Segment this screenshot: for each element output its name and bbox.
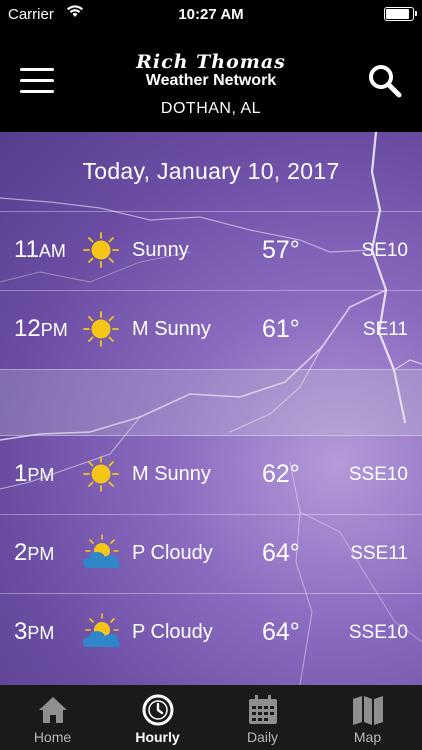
wind-value: SSE11: [350, 543, 408, 564]
tab-label: Home: [33, 729, 72, 745]
condition-label: Sunny: [132, 239, 189, 261]
temperature-value: 61°: [262, 315, 300, 343]
row-separator-band: [0, 369, 422, 436]
hourly-row[interactable]: 3PM P Cloudy 64° SSE10: [0, 593, 422, 672]
city-label: DOTHAN, AL: [160, 100, 262, 117]
tab-label: Hourly: [135, 729, 180, 745]
temperature-value: 64°: [262, 618, 300, 646]
app-header: Rich Thomas Weather Network DOTHAN, AL: [0, 28, 422, 132]
hour-label: 12PM: [14, 315, 68, 342]
tab-daily[interactable]: Daily: [210, 685, 315, 750]
tab-home[interactable]: Home: [0, 685, 105, 750]
partly-cloudy-icon: [83, 613, 120, 647]
partly-cloudy-icon: [83, 534, 120, 568]
tab-label: Map: [353, 729, 382, 745]
wind-value: SE11: [362, 319, 408, 340]
hourly-row[interactable]: 12PM M Sunny 61° SE11: [0, 290, 422, 369]
tab-hourly[interactable]: Hourly: [105, 685, 210, 750]
hourly-row[interactable]: 11AM Sunny 57° SE10: [0, 211, 422, 290]
search-icon[interactable]: [368, 64, 402, 98]
status-bar: Carrier 10:27 AM: [0, 0, 422, 28]
temperature-value: 64°: [262, 539, 300, 567]
condition-label: P Cloudy: [132, 542, 213, 564]
calendar-icon: [249, 695, 277, 724]
sun-icon: [83, 456, 119, 492]
sun-icon: [83, 311, 119, 347]
hour-label: 1PM: [14, 460, 55, 487]
condition-label: P Cloudy: [132, 621, 213, 643]
clock-time: 10:27 AM: [178, 6, 244, 23]
hour-label: 2PM: [14, 539, 55, 566]
tab-bar: Home Hourly Daily Map: [0, 685, 422, 750]
wind-value: SE10: [361, 240, 408, 261]
condition-label: M Sunny: [132, 463, 211, 485]
temperature-value: 57°: [262, 236, 300, 264]
wind-value: SSE10: [348, 622, 408, 643]
brand-network-text: Weather Network: [145, 72, 277, 89]
brand-script-text: Rich Thomas: [136, 51, 286, 73]
date-title: Today, January 10, 2017: [82, 158, 340, 184]
hourly-forecast-panel[interactable]: Today, January 10, 2017 11AM Sunny 57° S…: [0, 132, 422, 685]
tab-label: Daily: [246, 729, 279, 745]
condition-label: M Sunny: [132, 318, 211, 340]
brand-logo: Rich Thomas Weather Network DOTHAN, AL: [0, 52, 422, 118]
hourly-row[interactable]: 1PM M Sunny 62° SSE10: [0, 435, 422, 514]
tab-map[interactable]: Map: [315, 685, 420, 750]
wind-value: SSE10: [348, 464, 408, 485]
hourly-row[interactable]: 2PM P Cloudy 64° SSE11: [0, 514, 422, 593]
hour-label: 11AM: [14, 236, 66, 263]
battery-icon: [384, 7, 417, 21]
home-icon: [39, 697, 67, 723]
sun-icon: [83, 232, 119, 268]
clock-icon: [142, 694, 174, 726]
hour-label: 3PM: [14, 618, 55, 645]
map-icon: [353, 696, 383, 725]
temperature-value: 62°: [262, 460, 300, 488]
